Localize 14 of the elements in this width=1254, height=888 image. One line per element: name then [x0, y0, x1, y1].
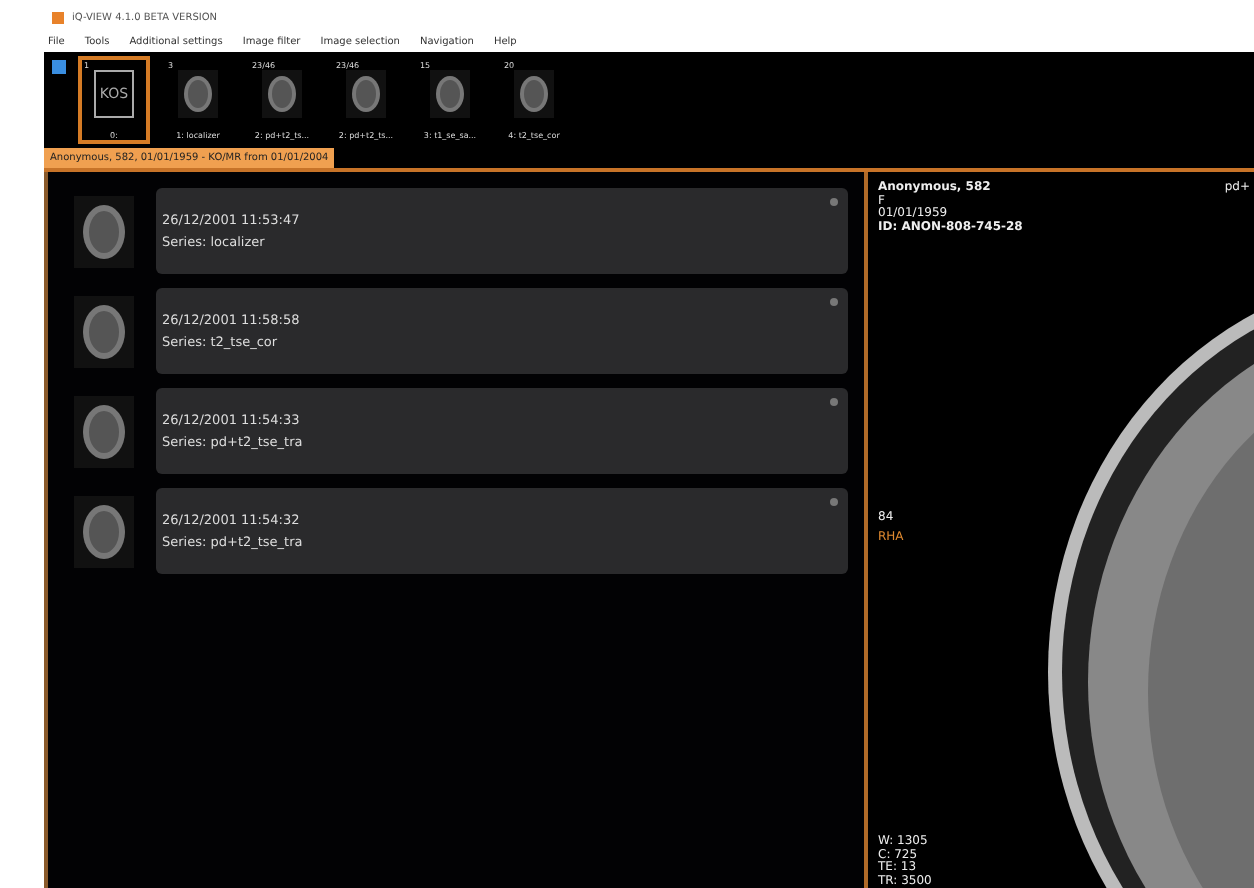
scan-thumbnail	[514, 70, 554, 118]
scan-thumbnail	[72, 395, 136, 467]
scan-thumbnail	[72, 495, 136, 567]
eye-icon[interactable]	[830, 298, 838, 306]
app-icon	[52, 12, 64, 24]
scan-thumbnail	[346, 70, 386, 118]
scan-thumbnail	[72, 195, 136, 267]
scan-thumbnail	[430, 70, 470, 118]
eye-icon[interactable]	[830, 498, 838, 506]
scan-thumbnail	[72, 295, 136, 367]
eye-icon[interactable]	[830, 198, 838, 206]
scan-thumbnail	[262, 70, 302, 118]
eye-icon[interactable]	[830, 398, 838, 406]
scan-thumbnail	[178, 70, 218, 118]
